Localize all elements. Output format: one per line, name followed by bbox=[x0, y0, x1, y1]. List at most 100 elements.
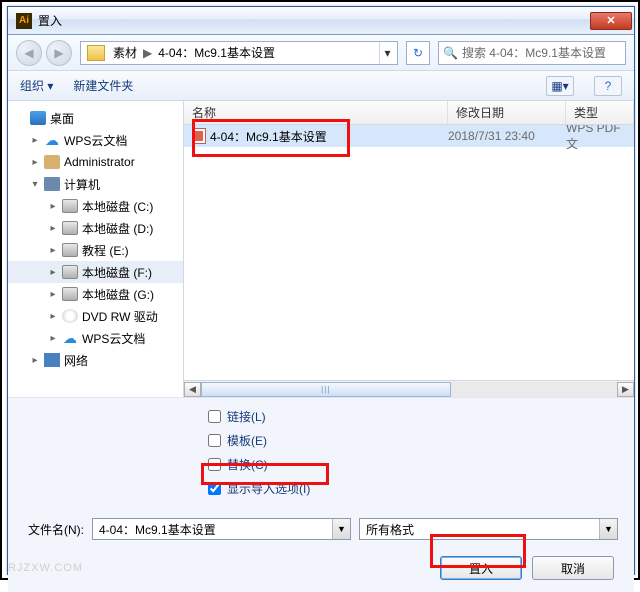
expand-icon[interactable]: ▸ bbox=[30, 355, 40, 366]
tree-label: 桌面 bbox=[50, 110, 74, 127]
expand-icon[interactable]: ▸ bbox=[48, 223, 58, 234]
net-icon bbox=[44, 353, 60, 367]
expand-icon[interactable]: ▸ bbox=[48, 267, 58, 278]
scroll-thumb[interactable]: ||| bbox=[201, 382, 451, 397]
replace-check[interactable] bbox=[208, 458, 221, 471]
tree-label: WPS云文档 bbox=[82, 330, 145, 347]
toolbar: 组织 ▾ 新建文件夹 ▦▾ ? bbox=[8, 71, 634, 101]
col-type[interactable]: 类型 bbox=[566, 101, 634, 124]
col-name[interactable]: 名称 bbox=[184, 101, 448, 124]
tree-label: 本地磁盘 (F:) bbox=[82, 264, 152, 281]
crumb-2[interactable]: 4-04：Mc9.1基本设置 bbox=[154, 44, 279, 61]
link-checkbox[interactable]: 链接(L) bbox=[208, 404, 634, 428]
tree-label: 教程 (E:) bbox=[82, 242, 129, 259]
cloud-icon: ☁ bbox=[44, 133, 60, 147]
organize-button[interactable]: 组织 ▾ bbox=[20, 77, 53, 94]
file-area: 名称 修改日期 类型 4-04：Mc9.1基本设置2018/7/31 23:40… bbox=[184, 101, 634, 397]
scroll-left[interactable]: ◀ bbox=[184, 382, 201, 397]
show-import-checkbox[interactable]: 显示导入选项(I) bbox=[208, 476, 634, 500]
options-panel: 链接(L) 模板(E) 替换(C) 显示导入选项(I) bbox=[8, 397, 634, 510]
filename-label: 文件名(N): bbox=[24, 521, 84, 538]
search-icon: 🔍 bbox=[443, 46, 458, 60]
column-headers[interactable]: 名称 修改日期 类型 bbox=[184, 101, 634, 125]
tree-node[interactable]: ▸☁WPS云文档 bbox=[8, 129, 183, 151]
refresh-button[interactable]: ↻ bbox=[406, 41, 430, 65]
tree-label: 计算机 bbox=[64, 176, 100, 193]
file-row[interactable]: 4-04：Mc9.1基本设置2018/7/31 23:40WPS PDF 文 bbox=[184, 125, 634, 147]
search-input[interactable]: 🔍 搜索 4-04：Mc9.1基本设置 bbox=[438, 41, 626, 65]
file-name: 4-04：Mc9.1基本设置 bbox=[210, 128, 327, 145]
nav-bar: ◀ ▶ 素材 ▶ 4-04：Mc9.1基本设置 ▾ ↻ 🔍 搜索 4-04：Mc… bbox=[8, 35, 634, 71]
desktop-icon bbox=[30, 111, 46, 125]
col-date[interactable]: 修改日期 bbox=[448, 101, 566, 124]
close-button[interactable]: ✕ bbox=[590, 12, 632, 30]
tree-node[interactable]: ▸ 本地磁盘 (F:) bbox=[8, 261, 183, 283]
expand-icon[interactable]: ▸ bbox=[48, 333, 58, 344]
dvd-icon bbox=[62, 309, 78, 323]
drive-icon bbox=[62, 199, 78, 213]
filename-dropdown[interactable]: ▼ bbox=[332, 519, 350, 539]
pdf-icon bbox=[192, 128, 206, 144]
user-icon bbox=[44, 155, 60, 169]
place-button[interactable]: 置入 bbox=[440, 556, 522, 580]
folder-tree[interactable]: 桌面 ▸ ☁ WPS云文档 ▸ Administrator ▾ 计算机 ▸ 本地磁盘 (C:) ▸ 本… bbox=[8, 101, 184, 397]
tree-node[interactable]: 桌面 bbox=[8, 107, 183, 129]
tree-node[interactable]: ▸ 网络 bbox=[8, 349, 183, 371]
show-import-check[interactable] bbox=[208, 482, 221, 495]
tree-label: 网络 bbox=[64, 352, 88, 369]
scroll-right[interactable]: ▶ bbox=[617, 382, 634, 397]
tree-label: Administrator bbox=[64, 155, 135, 169]
cancel-button[interactable]: 取消 bbox=[532, 556, 614, 580]
view-button[interactable]: ▦▾ bbox=[546, 76, 574, 96]
tree-node[interactable]: ▸ 教程 (E:) bbox=[8, 239, 183, 261]
help-button[interactable]: ? bbox=[594, 76, 622, 96]
expand-icon[interactable]: ▸ bbox=[48, 245, 58, 256]
expand-icon[interactable]: ▾ bbox=[30, 179, 40, 190]
file-list[interactable]: 4-04：Mc9.1基本设置2018/7/31 23:40WPS PDF 文 bbox=[184, 125, 634, 380]
scroll-track[interactable]: ||| bbox=[201, 382, 617, 397]
tree-label: DVD RW 驱动 bbox=[82, 308, 158, 325]
pc-icon bbox=[44, 177, 60, 191]
tree-label: 本地磁盘 (D:) bbox=[82, 220, 153, 237]
breadcrumb[interactable]: 素材 ▶ 4-04：Mc9.1基本设置 ▾ bbox=[80, 41, 398, 65]
expand-icon[interactable]: ▸ bbox=[48, 289, 58, 300]
drive-icon bbox=[62, 221, 78, 235]
filter-dropdown[interactable]: ▼ bbox=[599, 519, 617, 539]
watermark: RJZXW.COM bbox=[8, 562, 83, 574]
cloud-icon: ☁ bbox=[62, 331, 78, 345]
tree-label: 本地磁盘 (G:) bbox=[82, 286, 154, 303]
filter-select[interactable]: 所有格式 ▼ bbox=[359, 518, 618, 540]
filename-input[interactable]: 4-04：Mc9.1基本设置 ▼ bbox=[92, 518, 351, 540]
window-title: 置入 bbox=[38, 12, 590, 29]
expand-icon[interactable]: ▸ bbox=[48, 201, 58, 212]
horizontal-scrollbar[interactable]: ◀ ||| ▶ bbox=[184, 380, 634, 397]
drive-icon bbox=[62, 265, 78, 279]
tree-node[interactable]: ▸ DVD RW 驱动 bbox=[8, 305, 183, 327]
replace-checkbox[interactable]: 替换(C) bbox=[208, 452, 634, 476]
tree-label: 本地磁盘 (C:) bbox=[82, 198, 153, 215]
tree-node[interactable]: ▾ 计算机 bbox=[8, 173, 183, 195]
search-placeholder: 搜索 4-04：Mc9.1基本设置 bbox=[462, 44, 606, 61]
folder-icon bbox=[87, 45, 105, 61]
tree-node[interactable]: ▸ Administrator bbox=[8, 151, 183, 173]
template-checkbox[interactable]: 模板(E) bbox=[208, 428, 634, 452]
back-button[interactable]: ◀ bbox=[16, 40, 42, 66]
path-dropdown[interactable]: ▾ bbox=[379, 42, 395, 64]
crumb-1[interactable]: 素材 bbox=[109, 44, 141, 61]
new-folder-button[interactable]: 新建文件夹 bbox=[73, 77, 133, 94]
forward-button[interactable]: ▶ bbox=[46, 40, 72, 66]
template-check[interactable] bbox=[208, 434, 221, 447]
file-type: WPS PDF 文 bbox=[566, 125, 634, 152]
tree-node[interactable]: ▸ ☁ WPS云文档 bbox=[8, 327, 183, 349]
tree-node[interactable]: ▸ 本地磁盘 (C:) bbox=[8, 195, 183, 217]
tree-node[interactable]: ▸ 本地磁盘 (D:) bbox=[8, 217, 183, 239]
expand-icon[interactable]: ▸ bbox=[30, 135, 40, 146]
tree-node[interactable]: ▸ 本地磁盘 (G:) bbox=[8, 283, 183, 305]
place-dialog: Ai 置入 ✕ ◀ ▶ 素材 ▶ 4-04：Mc9.1基本设置 ▾ ↻ 🔍 搜索… bbox=[7, 6, 635, 575]
expand-icon[interactable]: ▸ bbox=[48, 311, 58, 322]
drive-icon bbox=[62, 287, 78, 301]
chevron-right-icon: ▶ bbox=[141, 46, 154, 60]
link-check[interactable] bbox=[208, 410, 221, 423]
expand-icon[interactable]: ▸ bbox=[30, 157, 40, 168]
app-icon: Ai bbox=[16, 13, 32, 29]
